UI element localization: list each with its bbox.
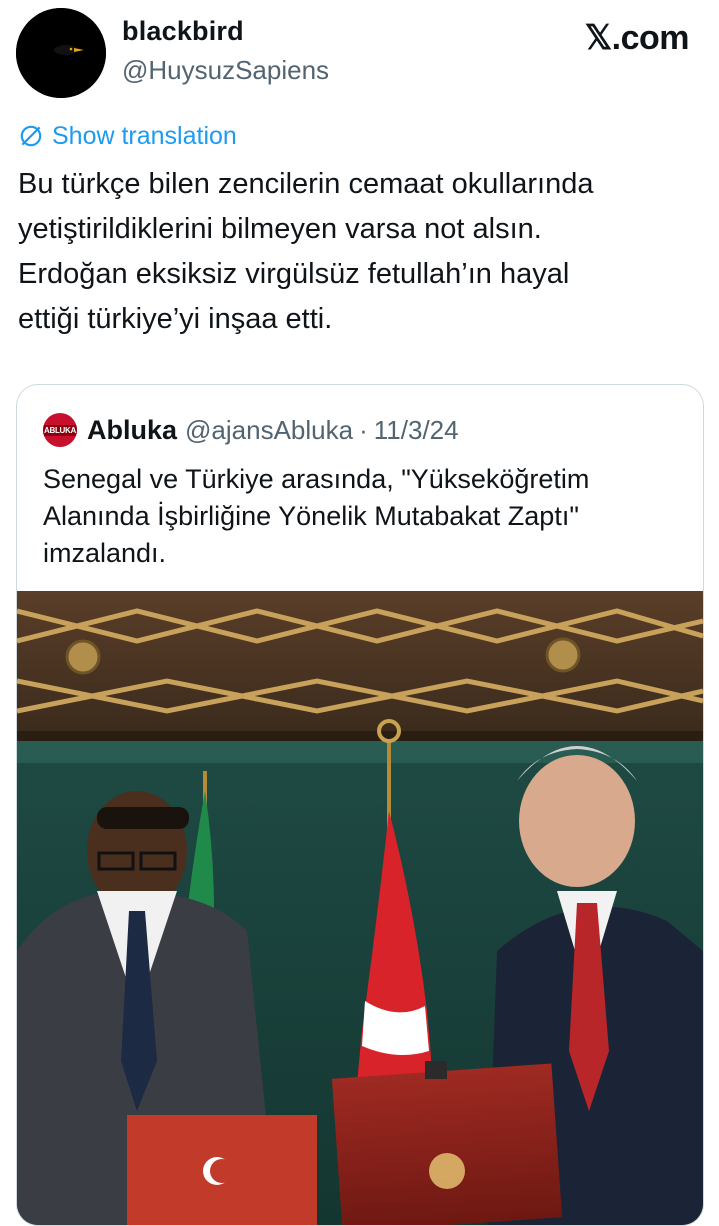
quoted-author-avatar[interactable]: ABLUKA — [43, 413, 77, 447]
quoted-tweet-header: ABLUKA Abluka @ajansAbluka · 11/3/24 — [43, 413, 459, 447]
tweet-text: Bu türkçe bilen zencilerin cemaat okulla… — [18, 162, 708, 342]
show-translation-link[interactable]: Show translation — [18, 120, 237, 152]
quoted-tweet-text: Senegal ve Türkiye arasında, "Yükseköğre… — [43, 461, 693, 572]
quoted-tweet-photo[interactable] — [17, 591, 703, 1225]
quoted-author-name[interactable]: Abluka — [87, 415, 177, 446]
quoted-author-handle[interactable]: @ajansAbluka — [185, 415, 353, 446]
tweet-text-line: ettiği türkiye’yi inşaa etti. — [18, 303, 333, 335]
tweet-text-line: yetiştirildiklerini bilmeyen varsa not a… — [18, 213, 542, 245]
quoted-text-line: Alanında İşbirliğine Yönelik Mutabakat Z… — [43, 501, 579, 531]
globe-slash-icon — [20, 125, 42, 147]
quoted-text-line: Senegal ve Türkiye arasında, "Yükseköğre… — [43, 464, 590, 494]
author-display-name[interactable]: blackbird — [122, 16, 244, 47]
signing-ceremony-photo — [17, 591, 703, 1225]
x-brand-logo: 𝕏.com — [584, 19, 690, 57]
quoted-text-line: imzalandı. — [43, 538, 167, 568]
quoted-tweet-card[interactable]: ABLUKA Abluka @ajansAbluka · 11/3/24 Sen… — [16, 384, 704, 1226]
abluka-logo-text: ABLUKA — [43, 424, 77, 436]
separator-dot: · — [359, 414, 368, 445]
show-translation-label: Show translation — [52, 121, 237, 150]
tweet-header: blackbird @HuysuzSapiens 𝕏.com — [0, 0, 719, 110]
quoted-tweet-date[interactable]: 11/3/24 — [374, 415, 459, 446]
avatar[interactable] — [16, 8, 106, 98]
tweet-text-line: Bu türkçe bilen zencilerin cemaat okulla… — [18, 168, 594, 200]
author-handle[interactable]: @HuysuzSapiens — [122, 55, 329, 86]
tweet-text-line: Erdoğan eksiksiz virgülsüz fetullah’ın h… — [18, 258, 570, 290]
